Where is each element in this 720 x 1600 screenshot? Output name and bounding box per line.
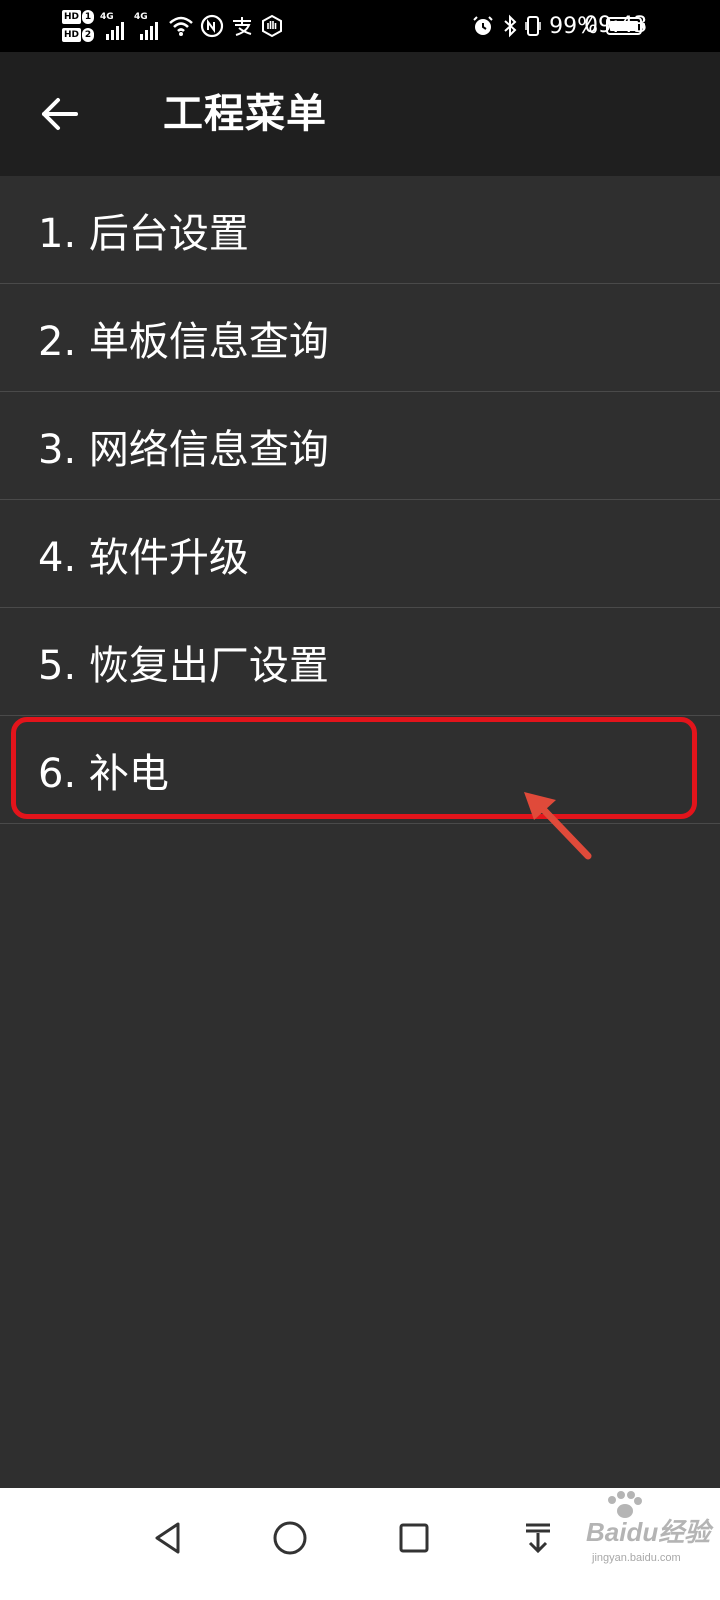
menu-item-label: 6. 补电 — [38, 750, 169, 797]
signal-icon-sim2: 4G — [134, 12, 162, 40]
nav-recents-button[interactable] — [384, 1508, 444, 1568]
nfc-icon — [200, 14, 224, 38]
page-title: 工程菜单 — [163, 91, 327, 137]
menu-item-label: 2. 单板信息查询 — [38, 318, 329, 365]
hd1-badge: HD 1 — [62, 10, 95, 24]
signal-icon-sim1: 4G — [100, 12, 128, 40]
vibrate-icon — [525, 14, 541, 38]
menu-item-label: 1. 后台设置 — [38, 210, 249, 257]
status-left-group: HD 1 HD 2 4G 4G — [62, 6, 284, 46]
menu-list: 1. 后台设置 2. 单板信息查询 3. 网络信息查询 4. 软件升级 5. 恢… — [0, 176, 720, 824]
alarm-icon — [471, 14, 495, 38]
wifi-icon — [168, 15, 194, 37]
back-button[interactable] — [28, 82, 92, 146]
app-bar: 工程菜单 — [0, 52, 720, 176]
notification-pulldown-icon — [526, 1523, 550, 1554]
bluetooth-icon — [503, 14, 517, 38]
hd2-badge: HD 2 — [62, 28, 95, 42]
menu-item-label: 3. 网络信息查询 — [38, 426, 329, 473]
menu-item-battery-recharge[interactable]: 6. 补电 — [0, 716, 720, 824]
menu-item-network-info[interactable]: 3. 网络信息查询 — [0, 392, 720, 500]
nav-back-button[interactable] — [138, 1508, 198, 1568]
recents-square-icon — [399, 1523, 429, 1553]
nav-notification-button[interactable] — [508, 1508, 568, 1568]
menu-item-label: 4. 软件升级 — [38, 534, 249, 581]
menu-item-background-settings[interactable]: 1. 后台设置 — [0, 176, 720, 284]
status-bar: HD 1 HD 2 4G 4G 99% 09:43 — [0, 0, 720, 52]
nav-home-button[interactable] — [260, 1508, 320, 1568]
menu-item-software-upgrade[interactable]: 4. 软件升级 — [0, 500, 720, 608]
alipay-icon — [230, 14, 254, 38]
home-circle-icon — [273, 1521, 307, 1555]
hand-icon — [260, 14, 284, 38]
menu-item-label: 5. 恢复出厂设置 — [38, 642, 329, 689]
navigation-bar — [0, 1488, 720, 1600]
arrow-left-icon — [42, 98, 78, 130]
hd-indicators: HD 1 HD 2 — [62, 10, 95, 42]
status-time: 09:43 — [584, 13, 648, 38]
menu-item-factory-reset[interactable]: 5. 恢复出厂设置 — [0, 608, 720, 716]
back-triangle-icon — [155, 1522, 180, 1554]
menu-item-board-info[interactable]: 2. 单板信息查询 — [0, 284, 720, 392]
